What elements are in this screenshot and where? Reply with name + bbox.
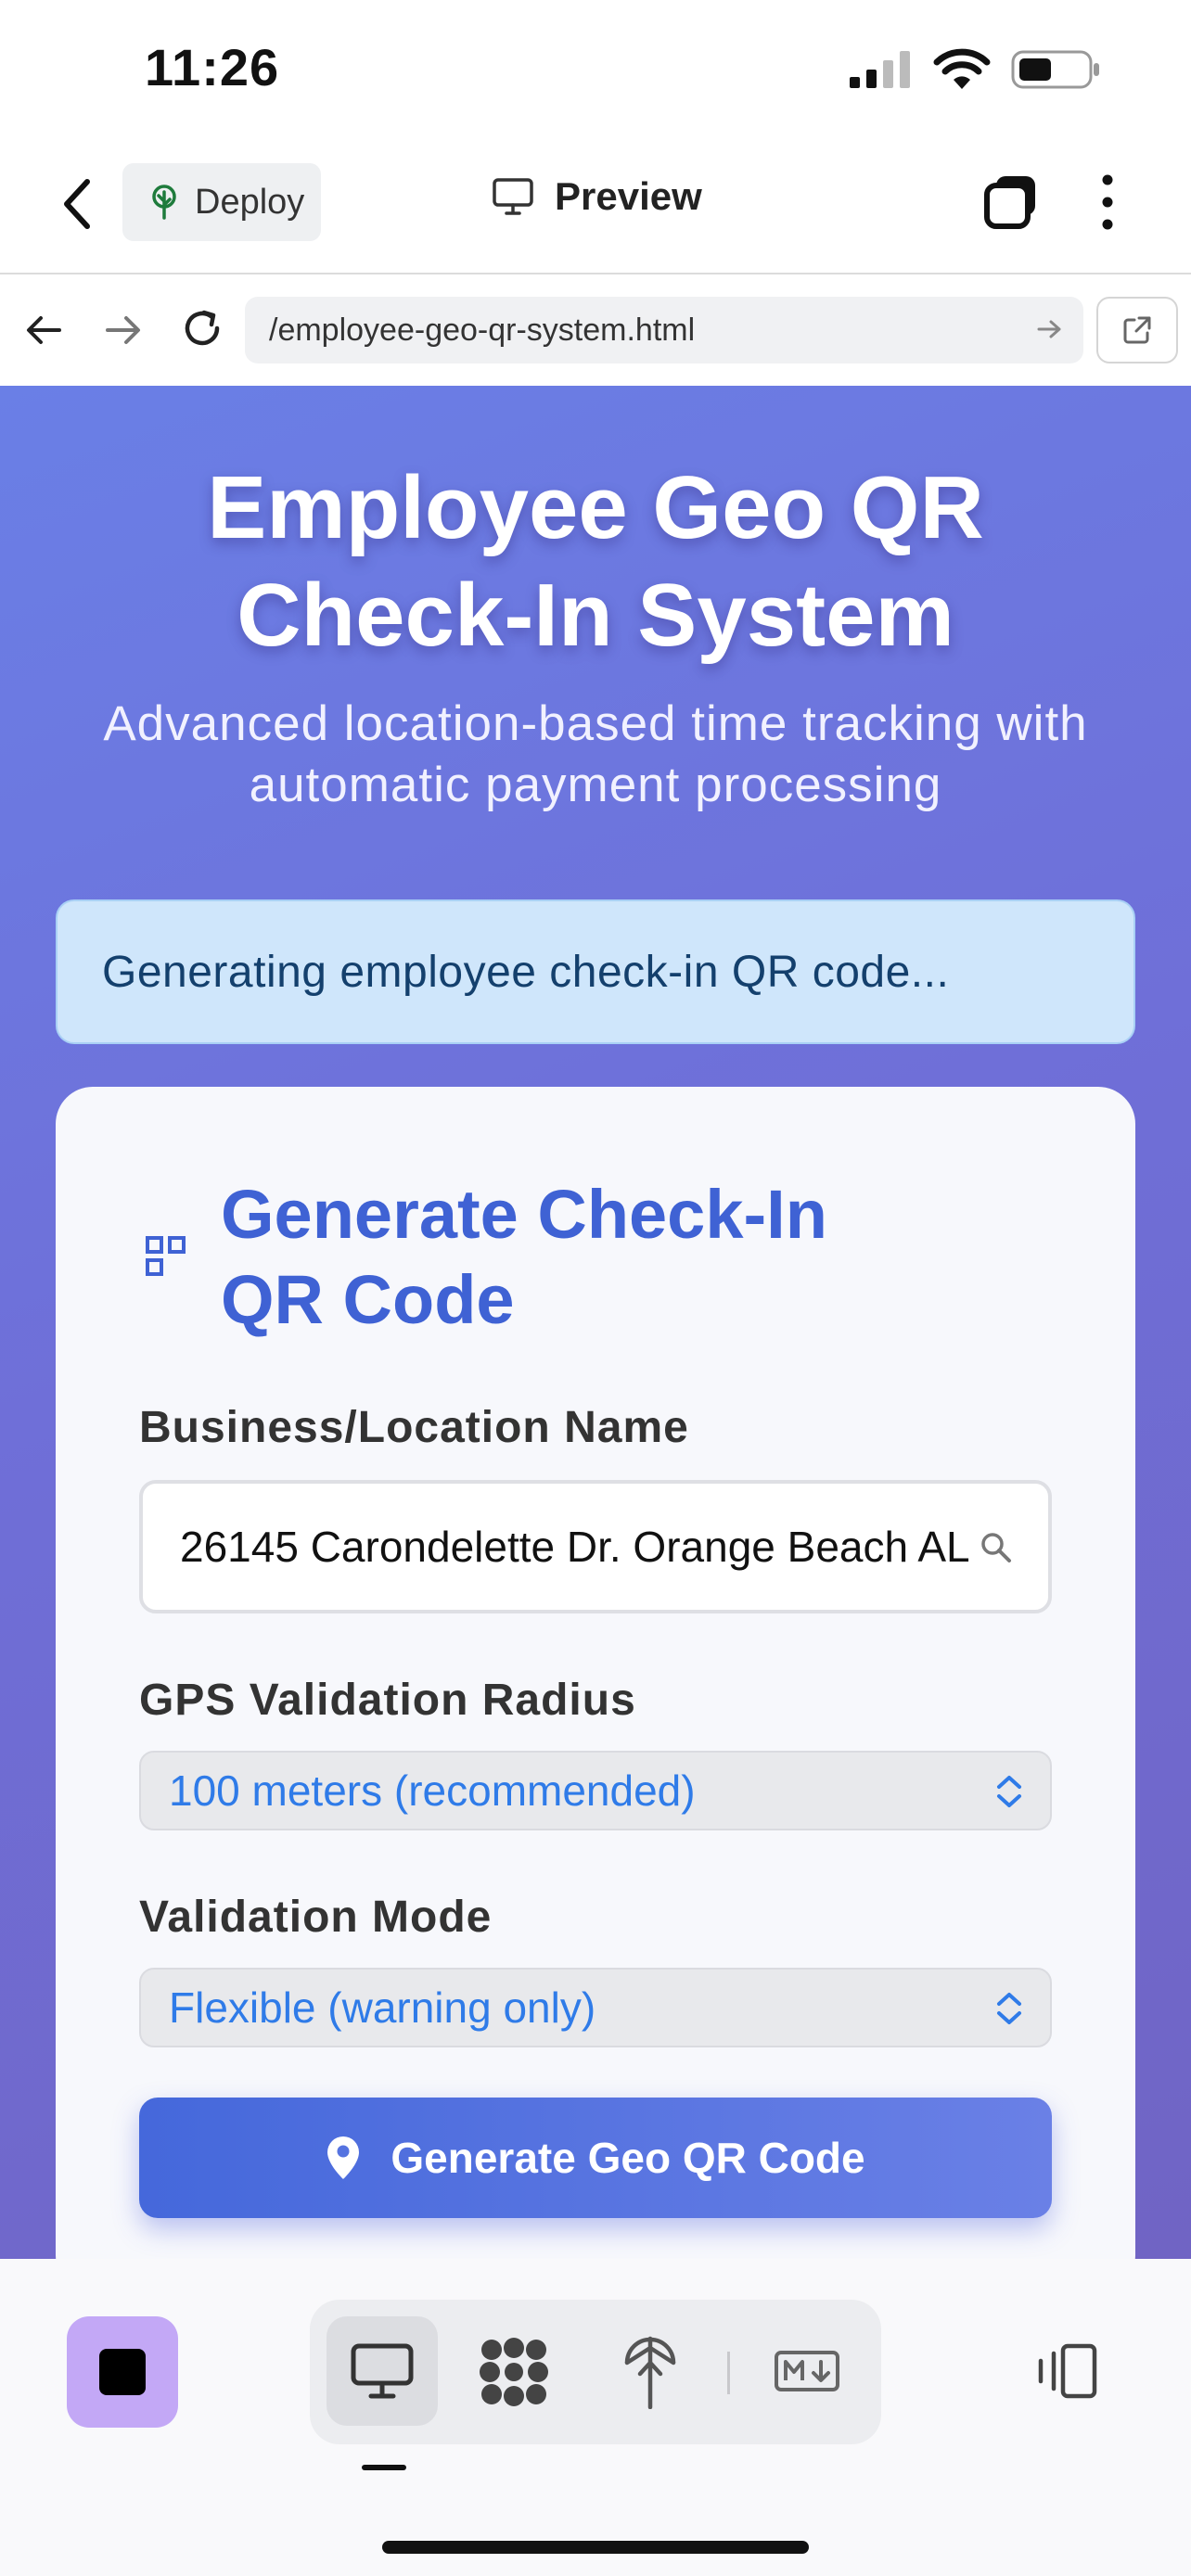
validation-mode-value: Flexible (warning only) [169, 1983, 596, 2032]
arrow-right-icon[interactable] [100, 308, 145, 352]
radius-select[interactable]: 100 meters (recommended) [139, 1751, 1052, 1830]
validation-mode-select[interactable]: Flexible (warning only) [139, 1968, 1052, 2047]
external-link-icon [1123, 316, 1151, 344]
active-tab-indicator [362, 2465, 406, 2470]
home-indicator [382, 2541, 809, 2554]
card-title-line-2: QR Code [221, 1261, 515, 1338]
wifi-icon [933, 48, 991, 89]
validation-mode-label: Validation Mode [139, 1893, 493, 1942]
signal-icon [850, 51, 910, 88]
monitor-icon [493, 178, 533, 215]
business-name-input[interactable]: 26145 Carondelette Dr. Orange Beach AL [139, 1480, 1052, 1613]
business-name-value: 26145 Carondelette Dr. Orange Beach AL [180, 1523, 970, 1571]
url-bar[interactable]: /employee-geo-qr-system.html [245, 297, 1083, 363]
chevron-updown-icon [997, 1993, 1021, 2024]
generate-qr-label: Generate Geo QR Code [391, 2134, 865, 2182]
markdown-icon[interactable] [774, 2350, 840, 2392]
battery-icon [1011, 50, 1099, 89]
page-subtitle: Advanced location-based time tracking wi… [46, 694, 1145, 816]
card-title: Generate Check-In QR Code [221, 1172, 1056, 1343]
preview-tab[interactable]: Preview [492, 174, 702, 219]
search-icon [978, 1530, 1015, 1567]
reload-icon[interactable] [178, 304, 226, 352]
page-subtitle-line-1: Advanced location-based time tracking wi… [103, 696, 1088, 751]
monitor-tab-icon [351, 2343, 414, 2399]
stop-icon [99, 2349, 146, 2395]
page-subtitle-line-2: automatic payment processing [249, 758, 942, 812]
radius-select-value: 100 meters (recommended) [169, 1766, 696, 1815]
preview-label: Preview [555, 174, 702, 218]
grid-blob-icon[interactable] [479, 2337, 549, 2407]
url-text: /employee-geo-qr-system.html [269, 312, 696, 348]
card-title-line-1: Generate Check-In [221, 1176, 827, 1253]
generate-qr-button[interactable]: Generate Geo QR Code [139, 2098, 1052, 2218]
url-go-arrow-icon[interactable] [1033, 313, 1065, 345]
deploy-button[interactable]: Deploy [122, 163, 321, 241]
open-external-button[interactable] [1096, 297, 1178, 363]
page-title-line-2: Check-In System [237, 566, 954, 665]
chevron-updown-icon [997, 1776, 1021, 1807]
back-chevron-icon[interactable] [59, 176, 96, 232]
split-view-icon[interactable] [1035, 2340, 1100, 2402]
arrow-left-icon[interactable] [22, 308, 67, 352]
page-title: Employee Geo QR Check-In System [56, 454, 1135, 670]
deploy-label: Deploy [195, 182, 305, 222]
status-icons [848, 48, 1102, 91]
status-time: 11:26 [145, 38, 280, 96]
deploy-tree-icon [152, 185, 176, 220]
qr-icon [146, 1236, 186, 1276]
more-vertical-icon[interactable] [1091, 172, 1124, 232]
status-notice: Generating employee check-in QR code... [56, 899, 1135, 1044]
stop-button[interactable] [67, 2316, 178, 2428]
antenna-icon[interactable] [621, 2335, 679, 2409]
business-name-label: Business/Location Name [139, 1403, 689, 1452]
stack-icon[interactable] [981, 172, 1041, 232]
location-pin-icon [327, 2136, 360, 2179]
radius-label: GPS Validation Radius [139, 1676, 636, 1725]
tab-divider [727, 2352, 730, 2394]
page-title-line-1: Employee Geo QR [207, 458, 984, 557]
